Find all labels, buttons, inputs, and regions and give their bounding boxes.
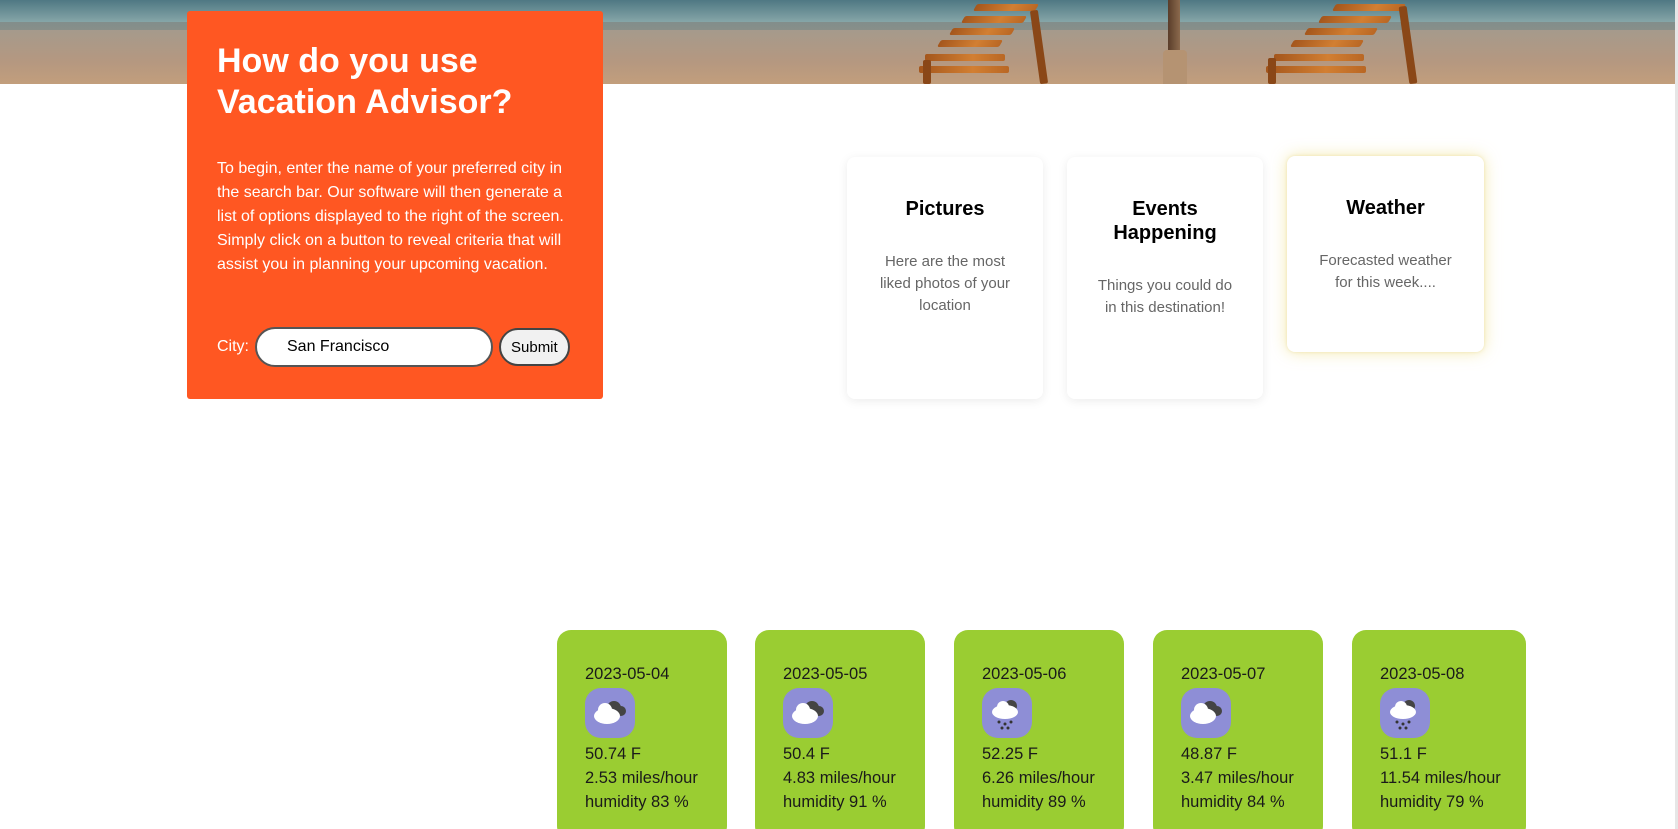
rain-icon (982, 688, 1032, 738)
events-card-description: Things you could do in this destination! (1097, 277, 1233, 316)
forecast-humidity: humidity 84 % (1181, 793, 1285, 811)
forecast-date: 2023-05-08 (1380, 665, 1465, 683)
page: How do you use Vacation Advisor? To begi… (0, 0, 1678, 829)
forecast-card: 2023-05-08 51.1 F 11.54 miles/hour humid… (1352, 630, 1526, 829)
city-input[interactable] (255, 327, 493, 367)
beach-chair-right (1262, 0, 1462, 84)
weather-card[interactable]: Weather Forecasted weather for this week… (1287, 156, 1484, 352)
forecast-card: 2023-05-06 52.25 F 6.26 miles/hour humid… (954, 630, 1124, 829)
cloudy-icon (1181, 688, 1231, 738)
weather-card-description: Forecasted weather for this week.... (1319, 252, 1452, 291)
forecast-wind: 4.83 miles/hour (783, 769, 896, 787)
city-label: City: (217, 338, 249, 355)
forecast-humidity: humidity 89 % (982, 793, 1086, 811)
forecast-humidity: humidity 91 % (783, 793, 887, 811)
forecast-card: 2023-05-04 50.74 F 2.53 miles/hour humid… (557, 630, 727, 829)
info-description: To begin, enter the name of your preferr… (217, 160, 564, 273)
rain-icon (1380, 688, 1430, 738)
beach-chair-left (915, 0, 1095, 84)
info-panel: How do you use Vacation Advisor? To begi… (187, 11, 603, 399)
pictures-card[interactable]: Pictures Here are the most liked photos … (847, 157, 1043, 399)
forecast-card: 2023-05-05 50.4 F 4.83 miles/hour humidi… (755, 630, 925, 829)
weather-card-title: Weather (1346, 197, 1425, 219)
forecast-temperature: 52.25 F (982, 745, 1038, 763)
forecast-temperature: 48.87 F (1181, 745, 1237, 763)
forecast-date: 2023-05-04 (585, 665, 670, 683)
forecast-temperature: 50.4 F (783, 745, 830, 763)
forecast-temperature: 50.74 F (585, 745, 641, 763)
submit-button[interactable]: Submit (499, 328, 570, 366)
events-card[interactable]: Events Happening Things you could do in … (1067, 157, 1263, 399)
pictures-card-description: Here are the most liked photos of your l… (879, 253, 1011, 314)
forecast-date: 2023-05-05 (783, 665, 868, 683)
forecast-wind: 11.54 miles/hour (1380, 769, 1501, 787)
cloudy-icon (783, 688, 833, 738)
pictures-card-title: Pictures (905, 198, 985, 220)
city-search-form: City: Submit (217, 327, 570, 367)
forecast-wind: 6.26 miles/hour (982, 769, 1095, 787)
forecast-humidity: humidity 83 % (585, 793, 689, 811)
forecast-wind: 3.47 miles/hour (1181, 769, 1294, 787)
forecast-humidity: humidity 79 % (1380, 793, 1484, 811)
events-card-title: Events Happening (1113, 198, 1217, 244)
cloudy-icon (585, 688, 635, 738)
info-title: How do you use Vacation Advisor? (217, 42, 513, 121)
forecast-date: 2023-05-07 (1181, 665, 1266, 683)
forecast-card: 2023-05-07 48.87 F 3.47 miles/hour humid… (1153, 630, 1323, 829)
forecast-wind: 2.53 miles/hour (585, 769, 698, 787)
forecast-date: 2023-05-06 (982, 665, 1067, 683)
forecast-temperature: 51.1 F (1380, 745, 1427, 763)
